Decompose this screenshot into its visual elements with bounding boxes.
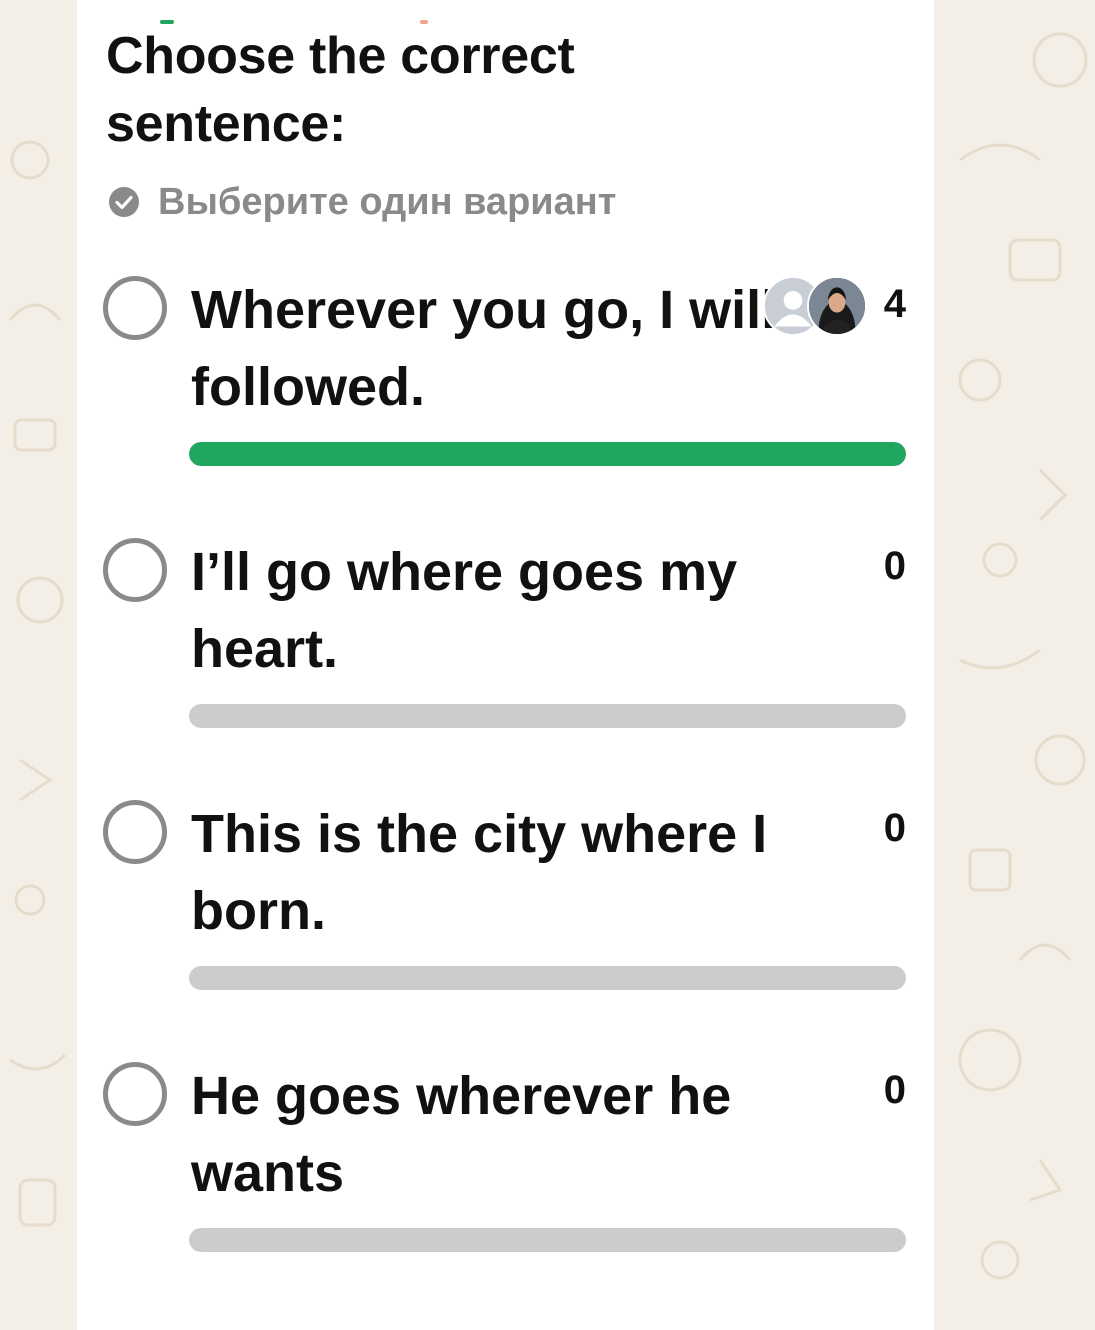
poll-question: Choose the correct sentence: bbox=[106, 27, 575, 153]
vote-progress-fill bbox=[189, 442, 906, 466]
poll-option[interactable]: This is the city where I born. 0 bbox=[103, 800, 908, 1030]
vote-count: 0 bbox=[883, 806, 906, 850]
vote-count: 0 bbox=[883, 544, 906, 588]
check-circle-icon bbox=[109, 187, 139, 217]
poll-option-text: I’ll go where goes my heart. bbox=[191, 542, 738, 679]
poll-option-text: He goes wherever he wants bbox=[191, 1066, 732, 1203]
vote-count: 0 bbox=[883, 1068, 906, 1112]
vote-count: 4 bbox=[883, 282, 906, 326]
voter-avatars[interactable] bbox=[763, 276, 873, 340]
radio-unchecked-icon[interactable] bbox=[103, 538, 167, 602]
vote-progress-bar bbox=[189, 966, 906, 990]
vote-progress-bar bbox=[189, 1228, 906, 1252]
poll-option-text: This is the city where I born. bbox=[191, 804, 768, 941]
radio-unchecked-icon[interactable] bbox=[103, 800, 167, 864]
poll-hint: Выберите один вариант bbox=[108, 180, 616, 224]
user-photo-avatar bbox=[807, 276, 867, 336]
poll-option-text: Wherever you go, I will followed. bbox=[191, 280, 777, 417]
poll-hint-text: Выберите один вариант bbox=[158, 180, 617, 223]
vote-progress-bar bbox=[189, 704, 906, 728]
poll-option[interactable]: Wherever you go, I will followed. 4 bbox=[103, 276, 908, 506]
vote-progress-bar bbox=[189, 442, 906, 466]
radio-unchecked-icon[interactable] bbox=[103, 276, 167, 340]
poll-option[interactable]: He goes wherever he wants 0 bbox=[103, 1062, 908, 1292]
poll-option[interactable]: I’ll go where goes my heart. 0 bbox=[103, 538, 908, 768]
radio-unchecked-icon[interactable] bbox=[103, 1062, 167, 1126]
